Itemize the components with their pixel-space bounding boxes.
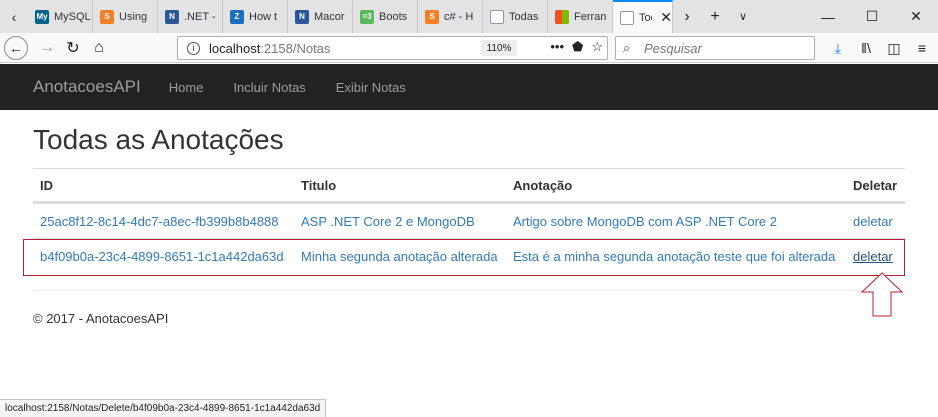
tab-label: Todas (509, 10, 539, 23)
window-controls: — ☐ ✕ (806, 0, 938, 33)
url-actions: ••• ⬟ ☆ (550, 39, 603, 55)
close-icon[interactable]: ✕ (660, 9, 672, 26)
nav-toolbar: ← → ↻ ⌂ i localhost:2158/Notas 110% ••• … (0, 33, 938, 63)
divider (33, 290, 905, 291)
dotnet-icon: N (295, 9, 309, 24)
tab-label: Too (639, 11, 652, 24)
reload-button[interactable]: ↻ (60, 35, 86, 61)
download-icon[interactable]: ⤓ (826, 36, 850, 60)
tab-label: MySQL (54, 10, 91, 23)
note-text-link[interactable]: Artigo sobre MongoDB com ASP .NET Core 2 (513, 204, 777, 238)
browser-tab[interactable]: S c# - H (418, 0, 483, 33)
browser-tab[interactable]: My MySQL (28, 0, 93, 33)
chevron-down-icon: ∨ (738, 11, 748, 23)
nav-link-home[interactable]: Home (169, 80, 204, 95)
arrow-right-icon: → (39, 39, 55, 56)
column-header-deletar: Deletar (853, 177, 898, 193)
pocket-icon[interactable]: ⬟ (572, 39, 583, 55)
tab-list-button[interactable]: ∨ (729, 0, 757, 33)
tab-label: Ferran (574, 10, 607, 23)
more-actions-icon[interactable]: ••• (550, 39, 564, 55)
search-icon: ⌕ (623, 40, 631, 55)
url-host: localhost (209, 40, 261, 56)
highlight-box (23, 239, 905, 276)
zoom-level-badge[interactable]: 110% (481, 40, 517, 56)
stackoverflow-icon: S (425, 9, 439, 24)
search-bar[interactable]: ⌕ Pesquisar (615, 36, 815, 60)
up-arrow-annotation (861, 272, 903, 317)
browser-tab[interactable]: S Using (93, 0, 158, 33)
dotnet-icon: N (165, 9, 179, 24)
chevron-right-icon: › (684, 7, 690, 25)
howto-icon: Z (230, 9, 244, 24)
note-id-link[interactable]: 25ac8f12-8c14-4dc7-a8ec-fb399b8b4888 (40, 204, 279, 238)
page-title: Todas as Anotações (33, 124, 284, 155)
tab-label: Boots (379, 10, 408, 23)
minimize-button[interactable]: — (806, 0, 850, 33)
browser-tab[interactable]: Todas (483, 0, 548, 33)
tab-label: Using (119, 10, 148, 23)
browser-tab[interactable]: Z How t (223, 0, 288, 33)
browser-tab[interactable]: =3 Boots (353, 0, 418, 33)
bootstrap-icon: =3 (360, 9, 374, 24)
maximize-button[interactable]: ☐ (850, 0, 894, 33)
sidebar-icon[interactable]: ◫ (882, 36, 906, 60)
stackoverflow-icon: S (100, 9, 114, 24)
home-icon: ⌂ (94, 39, 104, 56)
browser-tab[interactable]: N Macor (288, 0, 353, 33)
chevron-left-icon: ‹ (11, 8, 17, 25)
search-placeholder: Pesquisar (644, 40, 702, 56)
tab-label: Macor (314, 10, 345, 23)
url-path: :2158/Notas (260, 40, 331, 56)
back-button[interactable]: ← (4, 36, 28, 60)
url-bar[interactable]: i localhost:2158/Notas 110% ••• ⬟ ☆ (177, 36, 608, 60)
url-text[interactable]: localhost:2158/Notas (209, 41, 330, 56)
bookmark-star-icon[interactable]: ☆ (591, 39, 603, 55)
nav-link-incluir-notas[interactable]: Incluir Notas (233, 80, 305, 95)
tab-label: .NET - (184, 10, 216, 23)
browser-tab[interactable]: Ferran (548, 0, 613, 33)
home-button[interactable]: ⌂ (86, 35, 112, 61)
minimize-icon: — (821, 8, 835, 25)
forward-button[interactable]: → (34, 35, 60, 61)
status-bar: localhost:2158/Notas/Delete/b4f09b0a-23c… (0, 399, 327, 417)
browser-tab-active[interactable]: Too ✕ (613, 0, 673, 33)
info-icon[interactable]: i (187, 41, 200, 55)
tab-label: How t (249, 10, 278, 23)
tab-strip: ‹ My MySQL S Using N .NET - Z How t N Ma… (0, 0, 938, 33)
close-icon: ✕ (910, 8, 922, 24)
reload-icon: ↻ (66, 40, 80, 57)
library-icon[interactable]: ‖\ (854, 36, 878, 60)
toolbar-right: ⤓ ‖\ ◫ ≡ (826, 36, 934, 60)
close-window-button[interactable]: ✕ (894, 0, 938, 33)
app-navbar: AnotacoesAPI Home Incluir Notas Exibir N… (0, 64, 938, 110)
note-title-link[interactable]: ASP .NET Core 2 e MongoDB (301, 204, 475, 238)
page-icon (490, 9, 504, 24)
tabs-scroll-left-button[interactable]: ‹ (0, 0, 28, 33)
column-header-anotacao: Anotação (513, 177, 573, 193)
page-icon (620, 10, 634, 25)
tabs-scroll-right-button[interactable]: › (673, 0, 701, 33)
microsoft-icon (555, 9, 569, 24)
footer-text: © 2017 - AnotacoesAPI (33, 311, 169, 326)
new-tab-button[interactable]: + (701, 0, 729, 33)
mysql-icon: My (35, 9, 49, 24)
nav-link-exibir-notas[interactable]: Exibir Notas (336, 80, 406, 95)
tab-label: c# - H (444, 10, 474, 23)
table-header: ID Titulo Anotação Deletar (33, 168, 905, 203)
table-row: 25ac8f12-8c14-4dc7-a8ec-fb399b8b4888 ASP… (33, 203, 905, 238)
app-brand[interactable]: AnotacoesAPI (33, 77, 141, 97)
plus-icon: + (710, 7, 720, 25)
column-header-titulo: Titulo (301, 177, 337, 193)
delete-link[interactable]: deletar (853, 204, 893, 238)
browser-tab[interactable]: N .NET - (158, 0, 223, 33)
column-header-id: ID (40, 177, 53, 193)
arrow-left-icon: ← (9, 40, 23, 56)
maximize-icon: ☐ (865, 8, 879, 24)
menu-icon[interactable]: ≡ (910, 36, 934, 60)
